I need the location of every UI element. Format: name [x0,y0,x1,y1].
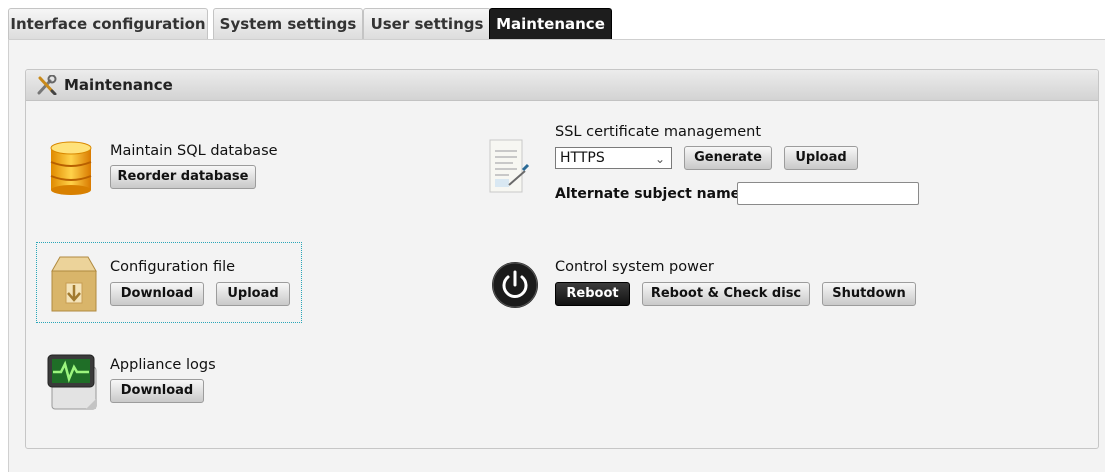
reboot-check-disc-button[interactable]: Reboot & Check disc [642,282,810,306]
config-label: Configuration file [110,259,236,275]
ssl-upload-button[interactable]: Upload [784,146,858,170]
generate-button[interactable]: Generate [684,146,772,170]
reboot-button[interactable]: Reboot [555,282,630,306]
power-icon [492,262,538,308]
tab-maintenance[interactable]: Maintenance [489,8,612,40]
wrench-screwdriver-icon [37,75,57,95]
tab-user-settings[interactable]: User settings [363,8,491,40]
protocol-select-value: HTTPS [560,150,605,166]
database-icon [50,141,92,195]
sql-label: Maintain SQL database [110,143,278,159]
chevron-down-icon: ⌄ [654,152,665,166]
logs-download-button[interactable]: Download [110,379,204,403]
alternate-names-label: Alternate subject names: [555,186,755,202]
tab-system-settings[interactable]: System settings [213,8,363,40]
config-download-button[interactable]: Download [110,282,204,306]
shutdown-button[interactable]: Shutdown [822,282,916,306]
panel-header: Maintenance [26,70,1098,101]
panel-title: Maintenance [64,76,173,94]
tab-interface-configuration[interactable]: Interface configuration [8,8,208,40]
protocol-select[interactable]: HTTPS ⌄ [555,147,672,169]
power-label: Control system power [555,259,714,275]
reorder-database-button[interactable]: Reorder database [110,165,256,189]
logs-label: Appliance logs [110,357,216,373]
monitor-log-icon [47,354,97,410]
alternate-names-input[interactable] [737,182,919,205]
ssl-label: SSL certificate management [555,124,762,140]
archive-box-icon [51,256,97,312]
certificate-document-icon [489,139,530,193]
config-upload-button[interactable]: Upload [216,282,290,306]
